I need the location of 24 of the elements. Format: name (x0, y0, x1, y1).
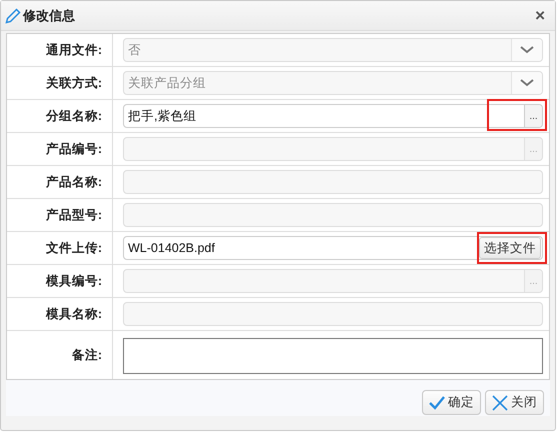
close-button[interactable]: 关闭 (485, 390, 544, 415)
window-title: 修改信息 (23, 6, 76, 24)
field-label: 产品型号: (7, 199, 113, 231)
input-field[interactable]: WL-01402B.pdf 选择文件 (123, 236, 543, 260)
field-label: 备注: (7, 331, 113, 379)
notes-field[interactable] (123, 338, 543, 374)
pencil-icon (5, 8, 21, 24)
field-label: 通用文件: (7, 34, 113, 66)
chevron-down-icon (520, 46, 534, 54)
choose-file-button[interactable]: 选择文件 (479, 237, 541, 259)
field-label: 模具编号: (7, 265, 113, 297)
input-field[interactable]: 把手,紫色组 ... (123, 104, 543, 128)
field-label: 文件上传: (7, 232, 113, 264)
close-icon (492, 394, 508, 410)
field-label: 产品编号: (7, 133, 113, 165)
close-button[interactable]: × (531, 6, 549, 26)
field-label: 关联方式: (7, 67, 113, 99)
browse-button[interactable]: ... (524, 105, 542, 127)
check-icon (429, 396, 445, 410)
field-label: 产品名称: (7, 166, 113, 198)
chevron-down-icon (520, 79, 534, 87)
field-label: 模具名称: (7, 298, 113, 330)
field-label: 分组名称: (7, 100, 113, 132)
confirm-button[interactable]: 确定 (422, 390, 481, 415)
